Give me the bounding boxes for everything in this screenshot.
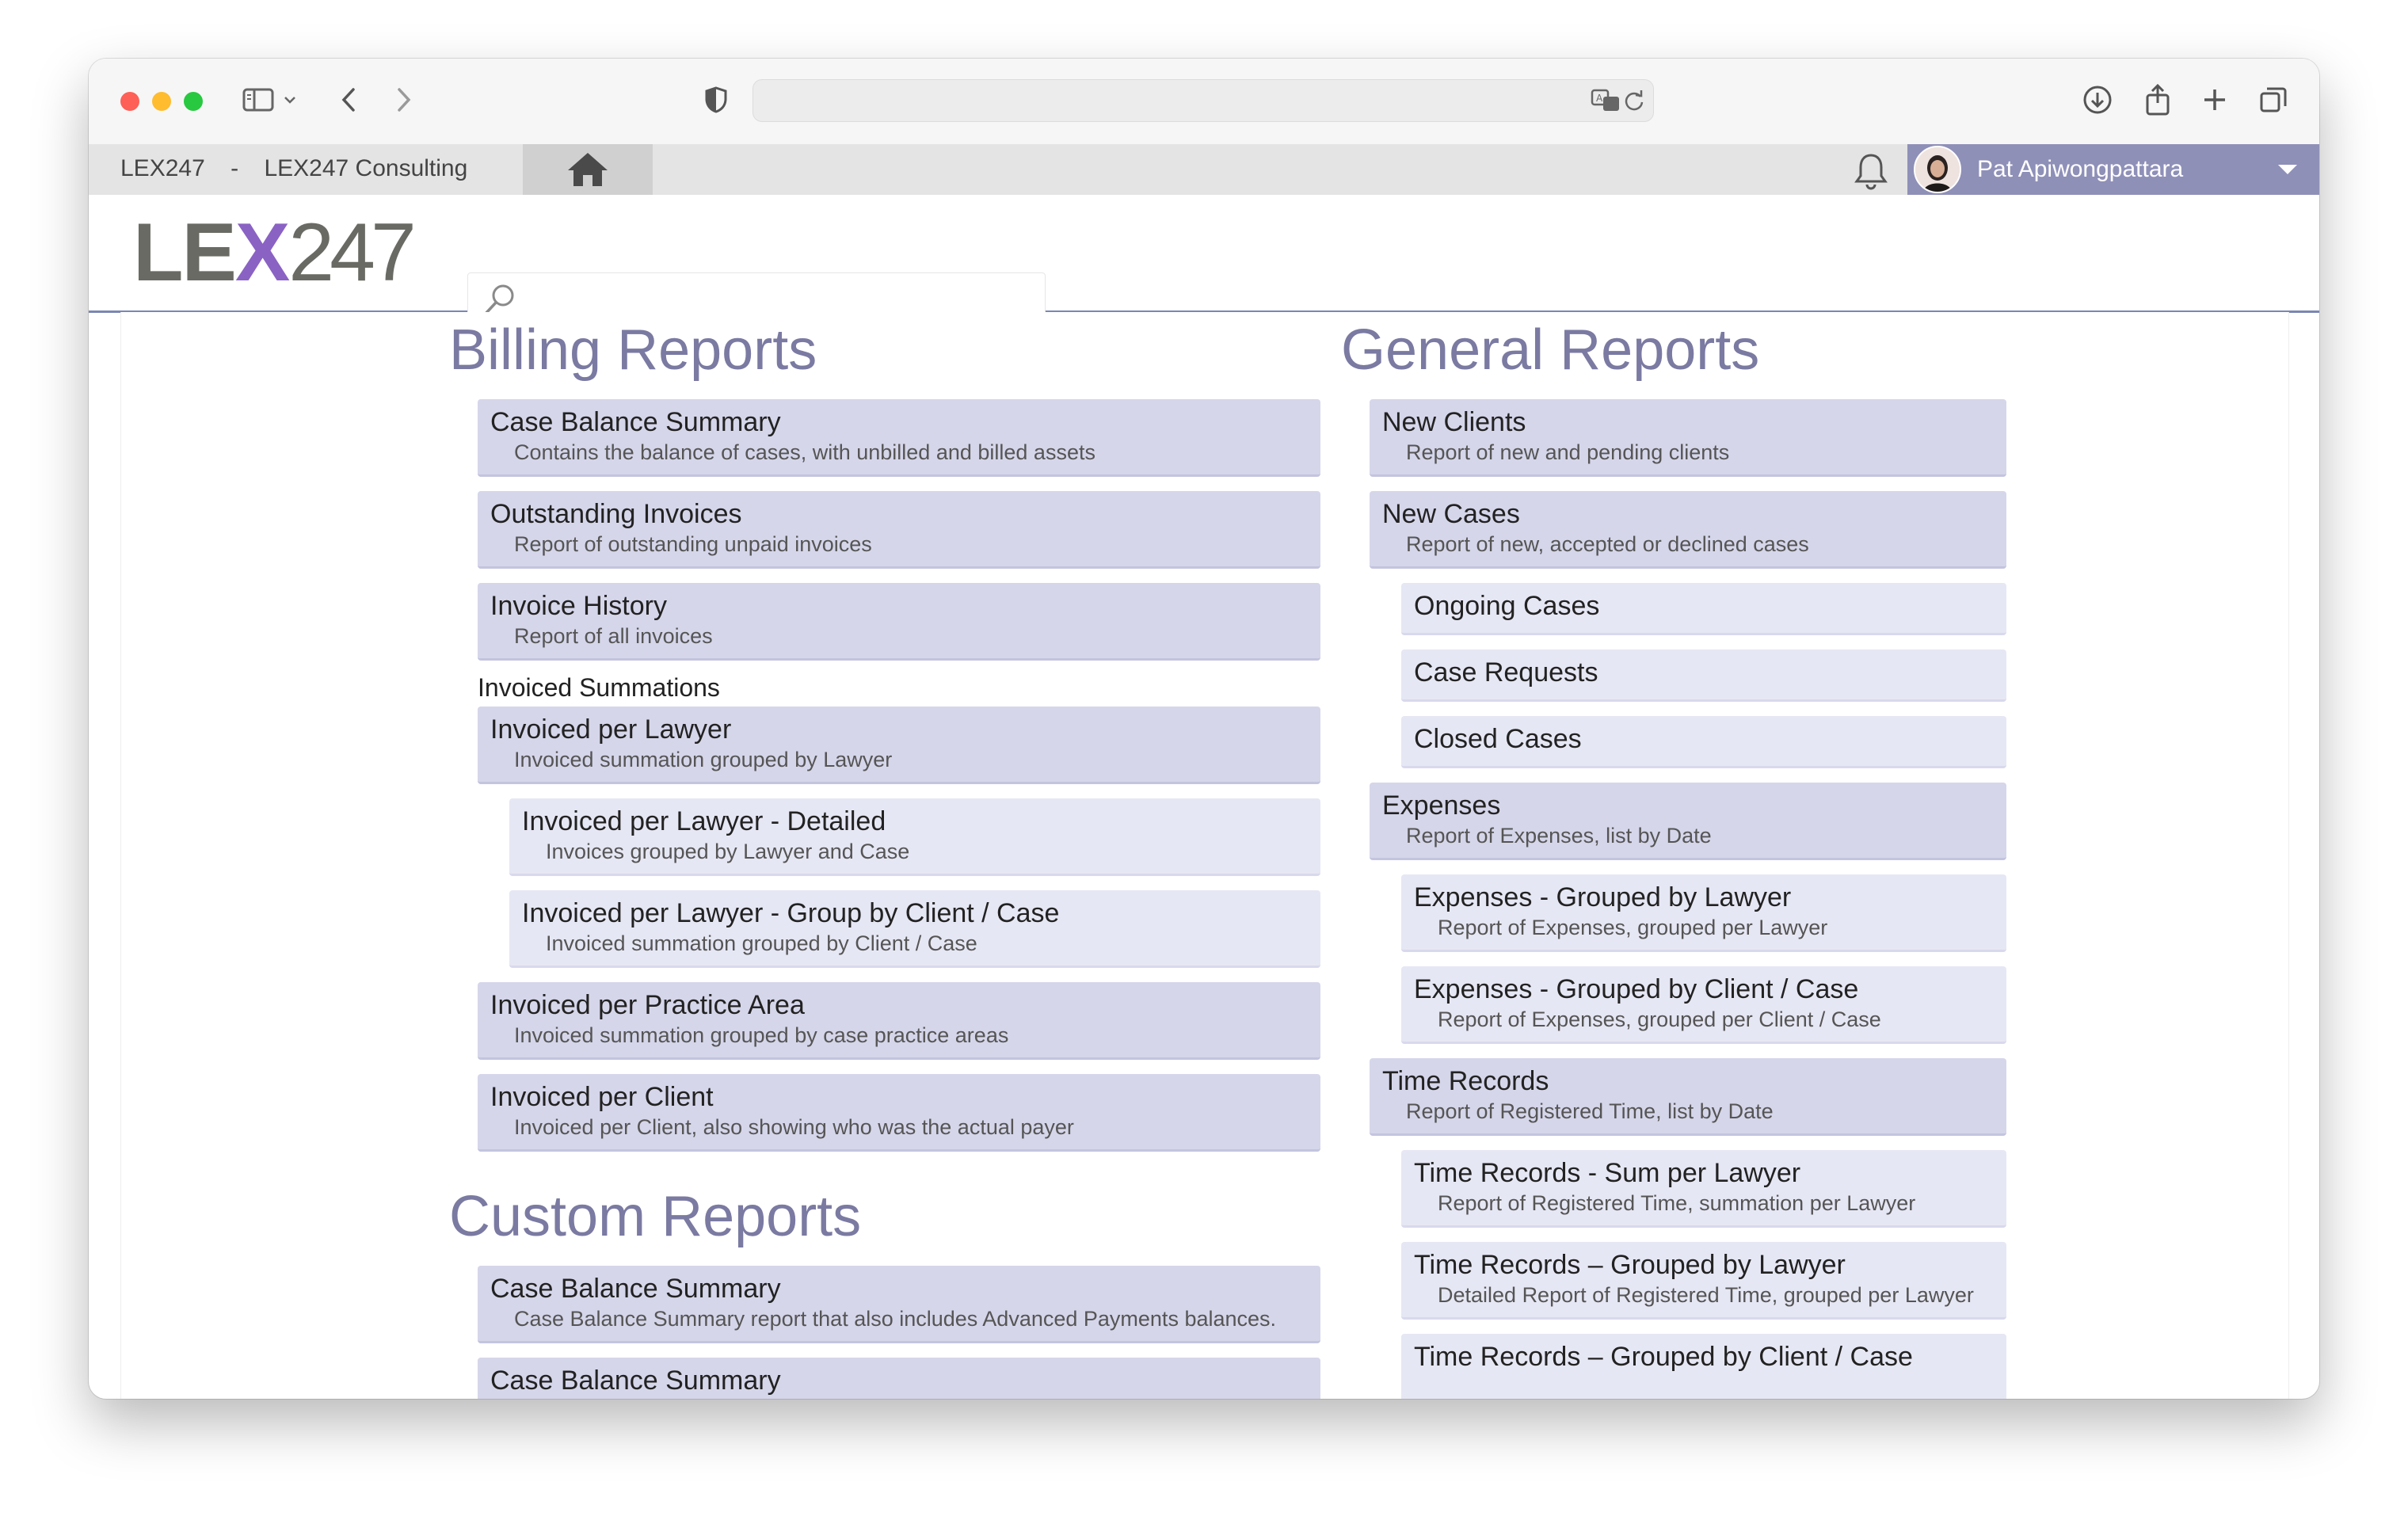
report-description: Contains the balance of cases, with unbi… (514, 440, 1095, 464)
report-title: Time Records – Grouped by Lawyer (1414, 1250, 1846, 1280)
shield-icon[interactable] (699, 82, 733, 117)
report-outstanding-invoices[interactable]: Outstanding Invoices Report of outstandi… (478, 491, 1320, 569)
report-time-records[interactable]: Time Records Report of Registered Time, … (1370, 1058, 2006, 1136)
logo[interactable]: LEX247 (133, 209, 417, 296)
report-description: Report of outstanding unpaid invoices (514, 532, 872, 556)
report-title: Expenses (1382, 790, 1501, 821)
avatar (1914, 146, 1961, 193)
report-description: Report of Expenses, grouped per Client /… (1438, 1007, 1881, 1031)
billing-reports-title: Billing Reports (449, 318, 817, 382)
report-title: Case Balance Summary (490, 1274, 781, 1304)
report-invoiced-per-lawyer-detailed[interactable]: Invoiced per Lawyer - Detailed Invoices … (509, 798, 1320, 876)
download-icon[interactable] (2080, 82, 2115, 117)
report-title: Time Records (1382, 1066, 1549, 1096)
org-code: LEX247 (120, 155, 205, 181)
report-title: Case Balance Summary (490, 1366, 781, 1396)
report-title: Expenses - Grouped by Lawyer (1414, 882, 1792, 912)
app-header: LEX247 (89, 195, 2319, 325)
report-expenses-by-client-case[interactable]: Expenses - Grouped by Client / Case Repo… (1401, 966, 2006, 1044)
custom-reports-title: Custom Reports (449, 1185, 862, 1248)
report-description: Report of Expenses, list by Date (1406, 824, 1712, 848)
report-title: Invoiced per Lawyer (490, 714, 732, 745)
report-description: Report of new and pending clients (1406, 440, 1730, 464)
report-time-records-by-lawyer[interactable]: Time Records – Grouped by Lawyer Detaile… (1401, 1242, 2006, 1320)
report-invoiced-per-practice-area[interactable]: Invoiced per Practice Area Invoiced summ… (478, 982, 1320, 1060)
report-ongoing-cases[interactable]: Ongoing Cases (1401, 583, 2006, 635)
report-expenses[interactable]: Expenses Report of Expenses, list by Dat… (1370, 783, 2006, 860)
report-title: Expenses - Grouped by Client / Case (1414, 974, 1859, 1004)
report-description: Report of Registered Time, list by Date (1406, 1099, 1774, 1123)
zoom-window-button[interactable] (184, 92, 203, 111)
report-description: Invoiced summation grouped by Lawyer (514, 748, 893, 771)
report-title: Time Records – Grouped by Client / Case (1414, 1342, 1913, 1372)
reports-content: Billing Reports Case Balance Summary Con… (120, 312, 2289, 1399)
home-icon (568, 153, 608, 186)
report-description: Invoices grouped by Lawyer and Case (546, 840, 910, 863)
back-icon[interactable] (331, 82, 366, 117)
report-expenses-by-lawyer[interactable]: Expenses - Grouped by Lawyer Report of E… (1401, 874, 2006, 952)
report-custom-case-balance-summary-2[interactable]: Case Balance Summary (478, 1358, 1320, 1399)
minimize-window-button[interactable] (152, 92, 171, 111)
bell-icon (1854, 154, 1888, 190)
report-title: Invoiced per Practice Area (490, 990, 805, 1020)
address-bar[interactable]: A (752, 79, 1654, 122)
report-title: Outstanding Invoices (490, 499, 742, 529)
org-name: LEX247 Consulting (264, 155, 468, 181)
report-title: Invoice History (490, 591, 667, 621)
organization: LEX247 - LEX247 Consulting (120, 155, 486, 182)
report-description: Invoiced summation grouped by case pract… (514, 1023, 1009, 1047)
report-description: Detailed Report of Registered Time, grou… (1438, 1283, 1974, 1307)
report-title: New Cases (1382, 499, 1520, 529)
close-window-button[interactable] (120, 92, 139, 111)
report-title: Invoiced per Lawyer - Detailed (522, 806, 886, 836)
report-invoice-history[interactable]: Invoice History Report of all invoices (478, 583, 1320, 661)
report-time-records-by-client-case[interactable]: Time Records – Grouped by Client / Case (1401, 1334, 2006, 1399)
browser-toolbar: A (89, 59, 2319, 145)
report-title: New Clients (1382, 407, 1526, 437)
report-invoiced-per-lawyer-client-case[interactable]: Invoiced per Lawyer - Group by Client / … (509, 890, 1320, 968)
browser-window: A LEX247 - LEX247 Consulting Pat Apiwong… (89, 59, 2319, 1399)
report-title: Case Requests (1414, 657, 1598, 688)
report-custom-case-balance-summary[interactable]: Case Balance Summary Case Balance Summar… (478, 1266, 1320, 1343)
sidebar-icon[interactable] (241, 82, 276, 117)
report-new-cases[interactable]: New Cases Report of new, accepted or dec… (1370, 491, 2006, 569)
report-time-records-sum-per-lawyer[interactable]: Time Records - Sum per Lawyer Report of … (1401, 1150, 2006, 1228)
share-icon[interactable] (2140, 82, 2175, 117)
report-title: Invoiced per Client (490, 1082, 714, 1112)
plus-icon[interactable] (2197, 82, 2232, 117)
user-name: Pat Apiwongpattara (1977, 156, 2184, 182)
report-title: Time Records - Sum per Lawyer (1414, 1158, 1801, 1188)
report-case-requests[interactable]: Case Requests (1401, 649, 2006, 702)
report-closed-cases[interactable]: Closed Cases (1401, 716, 2006, 768)
report-description: Report of all invoices (514, 624, 713, 648)
report-case-balance-summary[interactable]: Case Balance Summary Contains the balanc… (478, 399, 1320, 477)
invoiced-summations-label: Invoiced Summations (478, 673, 720, 702)
report-title: Closed Cases (1414, 724, 1582, 754)
report-description: Report of Registered Time, summation per… (1438, 1191, 1916, 1215)
report-description: Report of new, accepted or declined case… (1406, 532, 1809, 556)
report-description: Case Balance Summary report that also in… (514, 1307, 1277, 1331)
chevron-down-icon[interactable] (280, 82, 299, 117)
report-invoiced-per-client[interactable]: Invoiced per Client Invoiced per Client,… (478, 1074, 1320, 1152)
org-separator: - (231, 155, 239, 181)
reload-icon[interactable] (1617, 83, 1652, 118)
user-menu[interactable]: Pat Apiwongpattara (1907, 144, 2319, 195)
caret-down-icon[interactable] (2278, 165, 2297, 174)
report-title: Invoiced per Lawyer - Group by Client / … (522, 898, 1060, 928)
report-title: Ongoing Cases (1414, 591, 1600, 621)
svg-text:A: A (1596, 93, 1603, 104)
app-top-bar: LEX247 - LEX247 Consulting Pat Apiwongpa… (89, 144, 2319, 195)
report-description: Report of Expenses, grouped per Lawyer (1438, 916, 1828, 939)
notifications-button[interactable] (1849, 149, 1893, 193)
report-description: Invoiced per Client, also showing who wa… (514, 1115, 1074, 1139)
forward-icon[interactable] (387, 82, 421, 117)
general-reports-title: General Reports (1341, 318, 1760, 382)
report-title: Case Balance Summary (490, 407, 781, 437)
report-invoiced-per-lawyer[interactable]: Invoiced per Lawyer Invoiced summation g… (478, 707, 1320, 784)
tabs-icon[interactable] (2256, 82, 2291, 117)
report-new-clients[interactable]: New Clients Report of new and pending cl… (1370, 399, 2006, 477)
home-button[interactable] (523, 144, 653, 195)
report-description: Invoiced summation grouped by Client / C… (546, 931, 977, 955)
